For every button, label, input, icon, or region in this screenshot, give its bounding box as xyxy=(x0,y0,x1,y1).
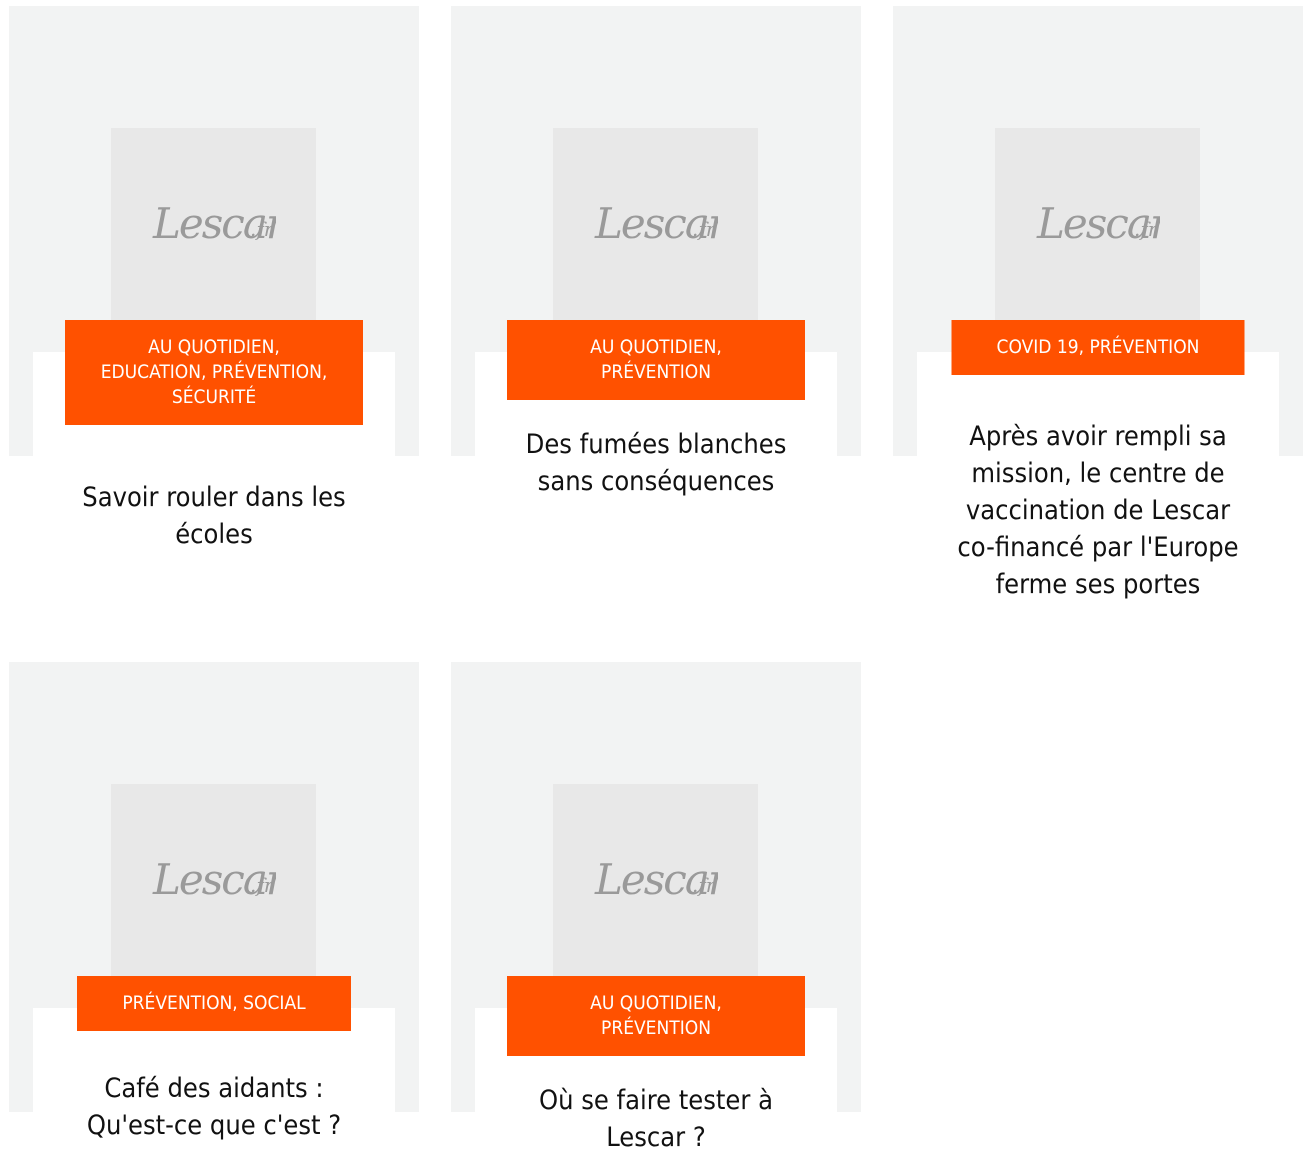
post-title[interactable]: Café des aidants : Qu'est-ce que c'est ? xyxy=(64,1070,364,1144)
category-badge[interactable]: COVID 19, PRÉVENTION xyxy=(951,320,1245,375)
post-card[interactable]: Lescar .fr AU QUOTIDIEN, EDUCATION, PRÉV… xyxy=(9,6,419,550)
post-thumbnail[interactable]: Lescar .fr xyxy=(553,784,758,989)
post-card[interactable]: Lescar .fr AU QUOTIDIEN, PRÉVENTION Des … xyxy=(451,6,861,497)
post-title[interactable]: Où se faire tester à Lescar ? xyxy=(506,1082,806,1153)
svg-text:.fr: .fr xyxy=(250,217,275,241)
category-badge[interactable]: AU QUOTIDIEN, PRÉVENTION xyxy=(507,320,805,400)
category-badge[interactable]: AU QUOTIDIEN, PRÉVENTION xyxy=(507,976,805,1056)
post-card[interactable]: Lescar .fr PRÉVENTION, SOCIAL Café des a… xyxy=(9,662,419,1141)
svg-text:.fr: .fr xyxy=(692,217,717,241)
post-card[interactable]: Lescar .fr COVID 19, PRÉVENTION Après av… xyxy=(893,6,1303,600)
post-thumbnail[interactable]: Lescar .fr xyxy=(553,128,758,333)
lescar-logo-image: Lescar .fr xyxy=(152,199,276,248)
post-thumbnail[interactable]: Lescar .fr xyxy=(995,128,1200,333)
post-title[interactable]: Après avoir rempli sa mission, le centre… xyxy=(948,418,1248,603)
lescar-logo-image: Lescar .fr xyxy=(594,199,718,248)
post-title[interactable]: Savoir rouler dans les écoles xyxy=(59,479,369,553)
category-badge[interactable]: PRÉVENTION, SOCIAL xyxy=(77,976,351,1031)
post-thumbnail[interactable]: Lescar .fr xyxy=(111,784,316,989)
lescar-logo-image: Lescar .fr xyxy=(1036,199,1160,248)
svg-text:.fr: .fr xyxy=(1134,217,1159,241)
svg-text:.fr: .fr xyxy=(692,873,717,897)
lescar-logo-image: Lescar .fr xyxy=(152,855,276,904)
lescar-logo-image: Lescar .fr xyxy=(594,855,718,904)
post-card[interactable]: Lescar .fr AU QUOTIDIEN, PRÉVENTION Où s… xyxy=(451,662,861,1153)
post-thumbnail[interactable]: Lescar .fr xyxy=(111,128,316,333)
category-badge[interactable]: AU QUOTIDIEN, EDUCATION, PRÉVENTION, SÉC… xyxy=(65,320,363,425)
svg-text:.fr: .fr xyxy=(250,873,275,897)
post-title[interactable]: Des fumées blanches sans conséquences xyxy=(506,426,806,500)
